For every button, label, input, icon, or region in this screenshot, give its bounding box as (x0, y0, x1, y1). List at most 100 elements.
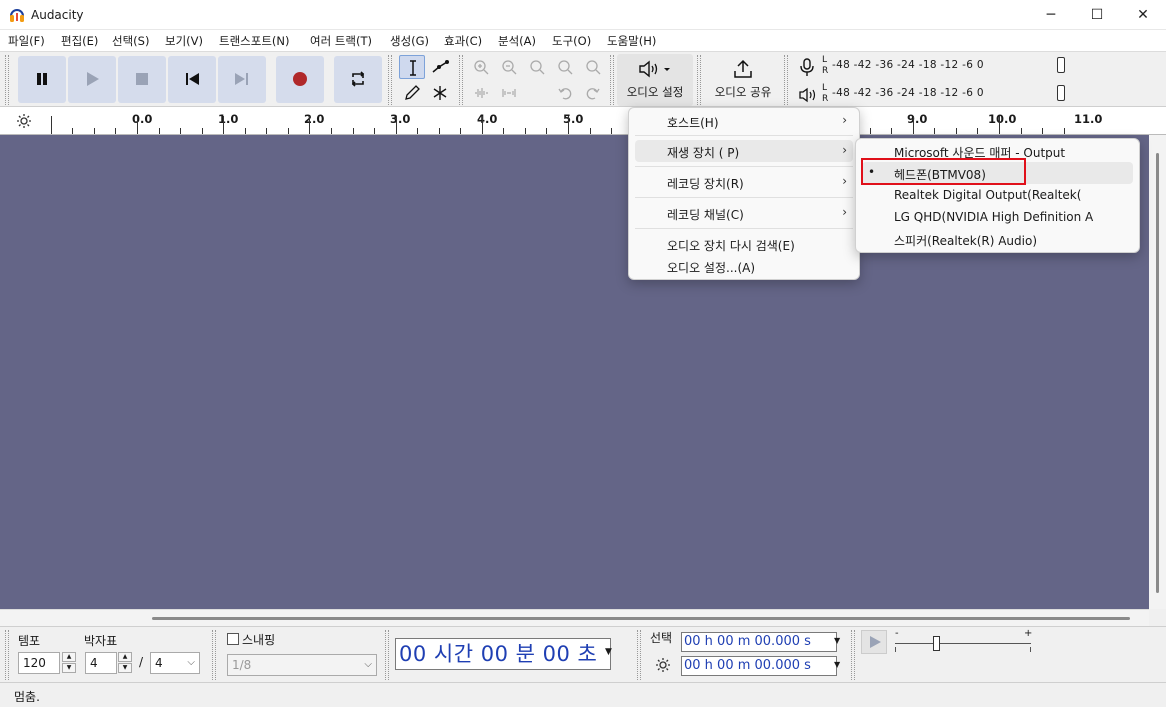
timeline-ruler[interactable]: 0.0 1.0 2.0 3.0 4.0 5.0 9.0 10.0 11.0 (0, 107, 1166, 135)
loop-button[interactable] (334, 56, 382, 103)
selection-tool[interactable] (399, 55, 425, 79)
menu-item-audio-settings[interactable]: 오디오 설정...(A) (635, 255, 853, 277)
menu-generate[interactable]: 생성(G) (390, 33, 429, 49)
speed-slider-thumb[interactable] (932, 636, 940, 651)
tick-label: 0.0 (132, 112, 153, 126)
toolbar-grip[interactable] (459, 55, 463, 105)
chevron-right-icon: › (842, 174, 847, 188)
gear-icon[interactable] (16, 113, 32, 129)
toolbar-grip[interactable] (784, 55, 788, 105)
speed-slider-track[interactable] (895, 643, 1031, 644)
audio-setup-button[interactable]: 오디오 설정 (617, 54, 693, 106)
menu-help[interactable]: 도움말(H) (607, 33, 656, 49)
menu-item-recording-device[interactable]: 레코딩 장치(R) › (635, 171, 853, 193)
time-display[interactable]: 00 시간 00 분 00 초 (395, 638, 611, 670)
toolbar-grip[interactable] (385, 630, 389, 680)
speaker-icon (639, 60, 670, 78)
trim-button[interactable] (468, 81, 494, 105)
gear-icon[interactable] (655, 657, 671, 673)
audio-setup-menu: 호스트(H) › 재생 장치 ( P) › 레코딩 장치(R) › 레코딩 채널(C)… (628, 107, 860, 280)
menu-transport[interactable]: 트랜스포트(N) (219, 33, 289, 49)
envelope-tool[interactable] (427, 55, 453, 79)
tempo-input[interactable]: 120 (18, 652, 60, 674)
snap-interval-select[interactable]: 1/8 ⌵ (227, 654, 377, 676)
menu-edit[interactable]: 편집(E) (61, 33, 98, 49)
record-button[interactable] (276, 56, 324, 103)
maximize-button[interactable]: ☐ (1074, 0, 1120, 30)
ruler-tick (870, 128, 871, 134)
chevron-right-icon: › (842, 113, 847, 127)
numerator-spinner[interactable]: ▲ ▼ (118, 652, 132, 674)
toolbar-grip[interactable] (610, 55, 614, 105)
play-button[interactable] (68, 56, 116, 103)
redo-button[interactable] (580, 81, 606, 105)
ruler-tick (202, 128, 203, 134)
menu-view[interactable]: 보기(V) (165, 33, 203, 49)
audio-setup-label: 오디오 설정 (626, 85, 684, 99)
close-button[interactable]: ✕ (1120, 0, 1166, 30)
toolbar-grip[interactable] (697, 55, 701, 105)
menu-item-host[interactable]: 호스트(H) › (635, 110, 853, 132)
menu-analyze[interactable]: 분석(A) (498, 33, 536, 49)
time-format-dropdown-icon[interactable]: ▼ (605, 647, 612, 657)
toolbar-grip[interactable] (212, 630, 216, 680)
recording-level-handle[interactable] (1057, 57, 1065, 73)
scroll-thumb[interactable] (1156, 153, 1159, 593)
skip-to-end-button[interactable] (218, 56, 266, 103)
skip-to-start-button[interactable] (168, 56, 216, 103)
menu-item-label: 호스트(H) (667, 116, 719, 130)
menu-file[interactable]: 파일(F) (8, 33, 45, 49)
stop-button[interactable] (118, 56, 166, 103)
vertical-scrollbar[interactable] (1149, 135, 1166, 609)
pause-button[interactable] (18, 56, 66, 103)
multi-tool[interactable] (427, 81, 453, 105)
zoom-out-button[interactable] (496, 55, 522, 79)
playback-device-menu: Microsoft 사운드 매퍼 - Output • 헤드폰(BTMV08) … (855, 138, 1140, 253)
silence-button[interactable] (496, 81, 522, 105)
device-item[interactable]: Realtek Digital Output(Realtek( (862, 184, 1133, 206)
menu-item-playback-device[interactable]: 재생 장치 ( P) › (635, 140, 853, 162)
time-signature-numerator[interactable]: 4 (85, 652, 117, 674)
time-signature-denominator[interactable]: 4 ⌵ (150, 652, 200, 674)
device-label: LG QHD(NVIDIA High Definition A (894, 210, 1094, 224)
tempo-spinner[interactable]: ▲ ▼ (62, 652, 76, 674)
asterisk-icon (433, 86, 447, 100)
window-title: Audacity (31, 8, 84, 22)
menu-tools[interactable]: 도구(O) (552, 33, 591, 49)
toolbar-grip[interactable] (637, 630, 641, 680)
scroll-thumb[interactable] (152, 617, 1130, 620)
dropdown-arrow-icon[interactable]: ▼ (834, 660, 840, 669)
playback-level-handle[interactable] (1057, 85, 1065, 101)
minimize-button[interactable]: ─ (1028, 0, 1074, 30)
menu-tracks[interactable]: 여러 트랙(T) (310, 33, 372, 49)
selection-end-value: 00 h 00 m 00.000 s (684, 658, 811, 673)
draw-tool[interactable] (399, 81, 425, 105)
toolbar-grip[interactable] (388, 55, 392, 105)
zoom-in-button[interactable] (468, 55, 494, 79)
dropdown-arrow-icon[interactable]: ▼ (834, 636, 840, 645)
play-at-speed-button[interactable] (861, 630, 887, 654)
toolbar-grip[interactable] (5, 630, 9, 680)
selection-end-time[interactable]: 00 h 00 m 00.000 s (681, 656, 837, 676)
undo-button[interactable] (552, 81, 578, 105)
menu-item-rescan-devices[interactable]: 오디오 장치 다시 검색(E) (635, 233, 853, 255)
fit-selection-button[interactable] (524, 55, 550, 79)
toolbar-grip[interactable] (851, 630, 855, 680)
menu-select[interactable]: 선택(S) (112, 33, 149, 49)
horizontal-scrollbar[interactable] (0, 609, 1149, 626)
snapping-checkbox[interactable] (227, 633, 239, 645)
menu-effect[interactable]: 효과(C) (444, 33, 482, 49)
zoom-toggle-button[interactable] (580, 55, 606, 79)
device-item[interactable]: LG QHD(NVIDIA High Definition A (862, 206, 1133, 228)
fit-project-button[interactable] (552, 55, 578, 79)
menu-item-recording-channels[interactable]: 레코딩 채널(C) › (635, 202, 853, 224)
menu-item-label: 오디오 장치 다시 검색(E) (667, 239, 795, 253)
selection-start-time[interactable]: 00 h 00 m 00.000 s (681, 632, 837, 652)
device-item[interactable]: 스피커(Realtek(R) Audio) (862, 228, 1133, 250)
ruler-tick (266, 128, 267, 134)
ruler-tick (439, 128, 440, 134)
ruler-tick (525, 128, 526, 134)
toolbar-grip[interactable] (5, 55, 9, 105)
play-icon (87, 72, 99, 86)
share-audio-button[interactable]: 오디오 공유 (705, 54, 781, 106)
